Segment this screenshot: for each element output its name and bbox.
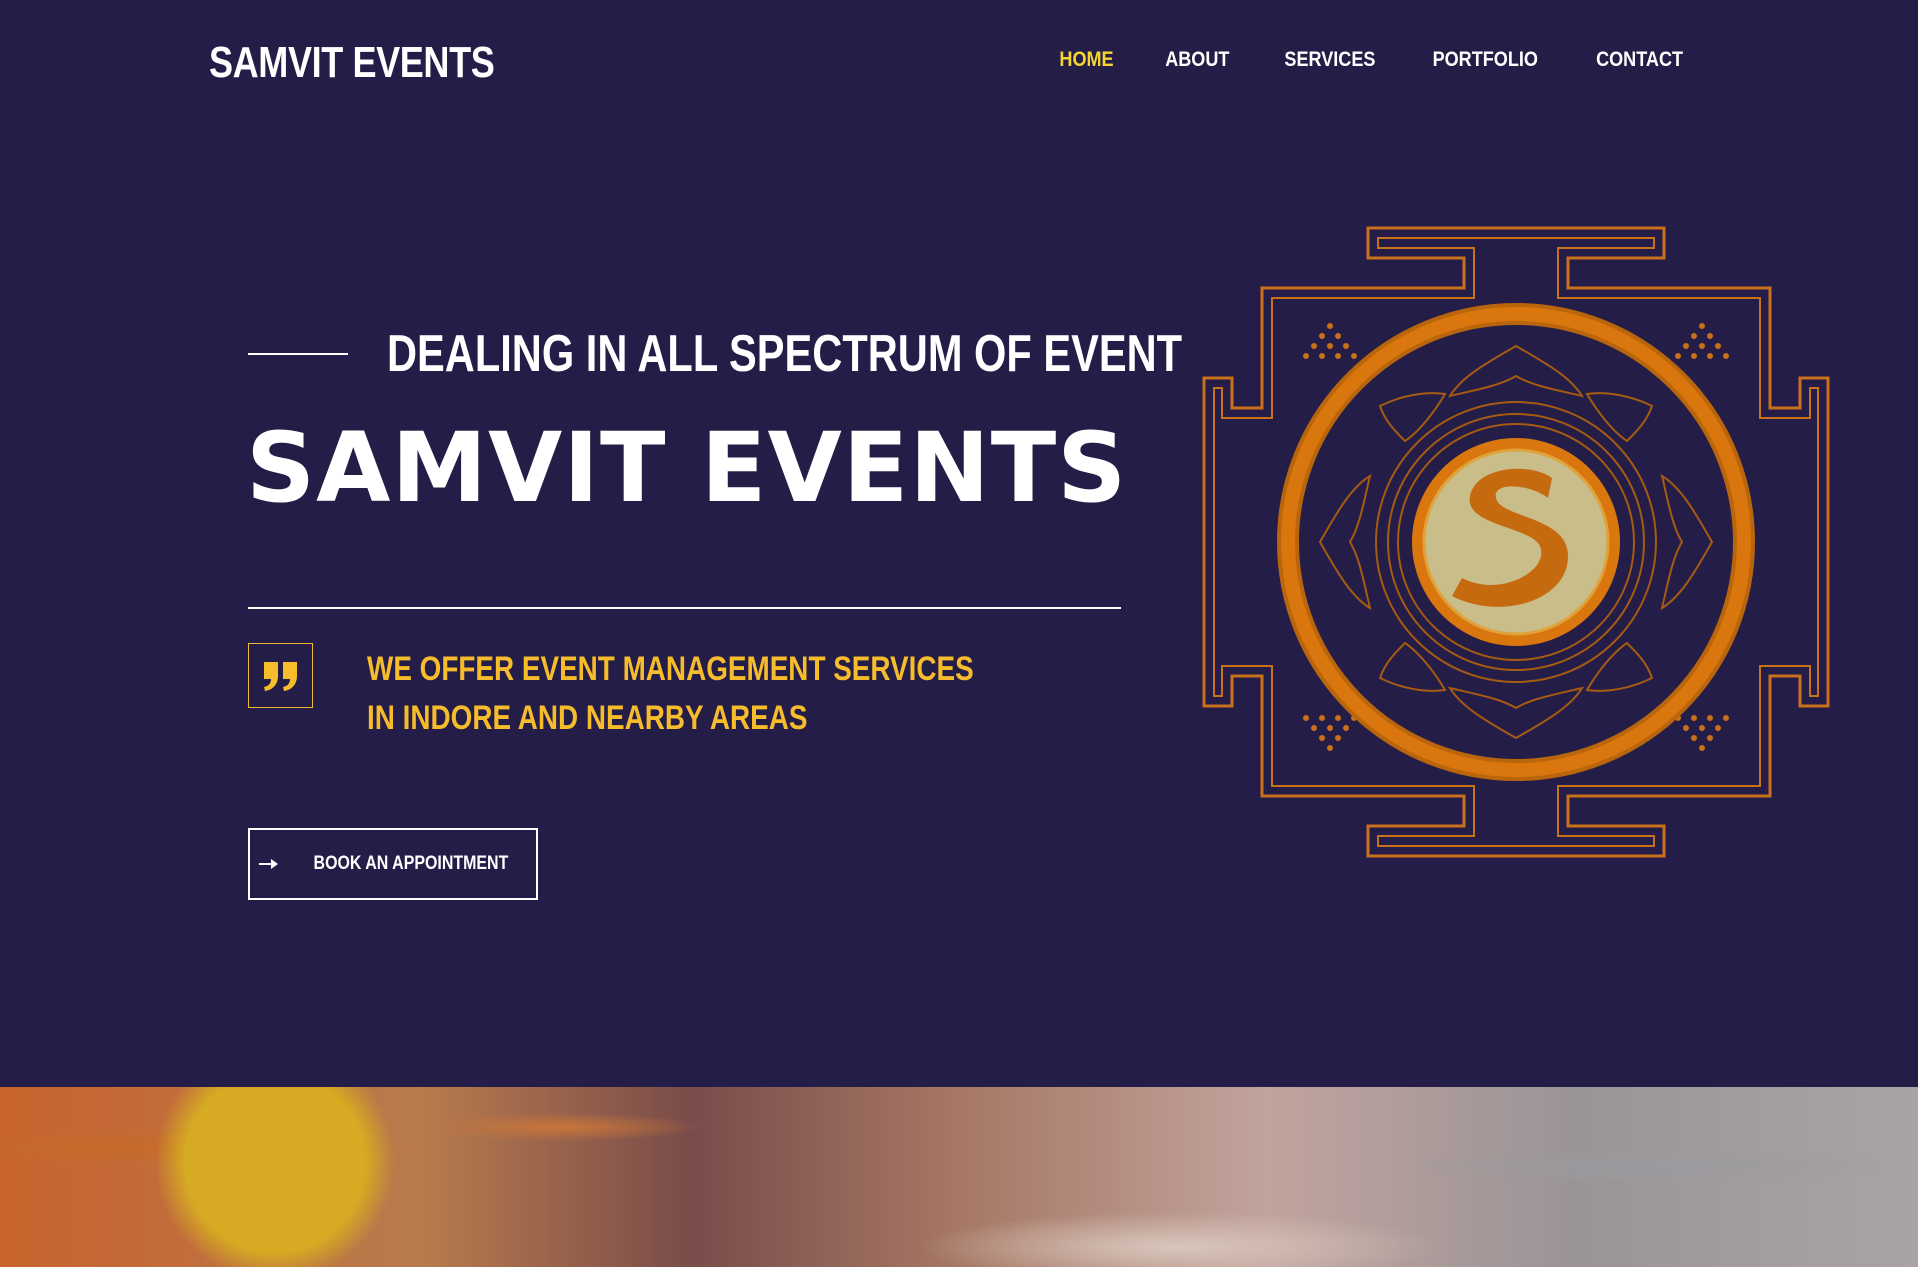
nav-contact[interactable]: CONTACT — [1596, 48, 1683, 72]
nav-home[interactable]: HOME — [1059, 48, 1113, 72]
hero-divider — [248, 607, 1121, 609]
hero-background-image-strip — [0, 1087, 1918, 1267]
samvit-logo-emblem — [1202, 226, 1830, 858]
quote-icon — [263, 661, 297, 691]
nav-about[interactable]: ABOUT — [1165, 48, 1229, 72]
kicker-line — [248, 353, 348, 355]
main-nav: HOME ABOUT SERVICES PORTFOLIO CONTACT — [1013, 48, 1690, 72]
hero-title: SAMVIT EVENTS — [246, 412, 1128, 524]
quote-icon-box — [248, 643, 313, 708]
nav-services[interactable]: SERVICES — [1284, 48, 1375, 72]
brand-logo-text[interactable]: SAMVIT EVENTS — [209, 38, 495, 88]
corner-ornament-tl — [1303, 323, 1357, 359]
hero-kicker: DEALING IN ALL SPECTRUM OF EVENT — [387, 325, 1183, 383]
arrow-right-icon — [259, 859, 279, 869]
hero-tagline: WE OFFER EVENT MANAGEMENT SERVICES IN IN… — [367, 650, 974, 737]
book-appointment-label: BOOK AN APPOINTMENT — [313, 853, 509, 874]
book-appointment-button[interactable]: BOOK AN APPOINTMENT — [248, 828, 538, 900]
nav-portfolio[interactable]: PORTFOLIO — [1433, 48, 1538, 72]
